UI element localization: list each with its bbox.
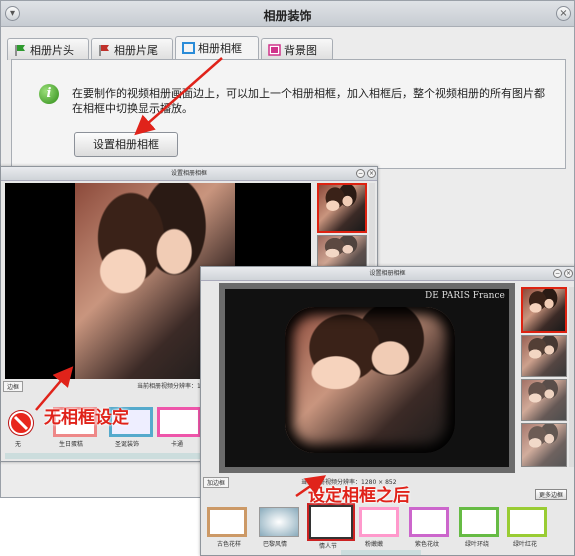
- picture-icon: [268, 44, 281, 56]
- dialog-title: 设置相册相框: [201, 267, 574, 281]
- photo-thumb[interactable]: [521, 423, 567, 467]
- framed-preview: DE PARIS France: [219, 283, 515, 473]
- info-icon: i: [39, 84, 59, 104]
- frame-name: 紫色花纹: [415, 541, 440, 548]
- thumb-scrollbar[interactable]: [569, 287, 574, 467]
- tab-label: 背景图: [284, 44, 317, 57]
- frame-overlay-text: DE PARIS France: [425, 291, 505, 301]
- photo-thumb-selected[interactable]: [521, 287, 567, 333]
- frame-thumb[interactable]: [259, 507, 299, 537]
- frame-scrollbar[interactable]: [341, 550, 421, 555]
- frame-thumb-selected[interactable]: [307, 503, 355, 541]
- preview-photo: [285, 307, 455, 453]
- frame-name: 绿叶红花: [513, 541, 538, 548]
- description-text: 在要制作的视频相册画面边上，可以加上一个相册相框，加入相框后，整个视频相册的所有…: [72, 87, 545, 115]
- close-icon[interactable]: ×: [367, 169, 376, 178]
- more-frames-button[interactable]: 更多边框: [535, 489, 568, 500]
- minimize-icon[interactable]: −: [356, 169, 365, 178]
- frame-name: 巴黎风情: [263, 541, 288, 548]
- frame-thumb[interactable]: [409, 507, 449, 537]
- flag-icon: [98, 44, 111, 56]
- frame-scrollbar[interactable]: [5, 453, 205, 459]
- frame-thumb[interactable]: [207, 507, 247, 537]
- minimize-icon[interactable]: −: [553, 269, 562, 278]
- title-bar: 相册装饰 ▾ ×: [1, 1, 574, 27]
- frame-name: 圣诞装饰: [115, 441, 140, 448]
- frame-name: 古色花样: [217, 541, 242, 548]
- tab-background[interactable]: 背景图: [261, 38, 333, 60]
- window-title: 相册装饰: [263, 9, 312, 23]
- tab-label: 相册相框: [198, 42, 242, 55]
- close-icon[interactable]: ×: [556, 6, 571, 21]
- tab-album-ending[interactable]: 相册片尾: [91, 38, 173, 60]
- annotation-no-frame: 无相框设定: [44, 408, 129, 428]
- photo-thumb[interactable]: [521, 379, 567, 421]
- photo-thumb[interactable]: [521, 335, 567, 377]
- dialog-title: 设置相册相框: [1, 167, 377, 181]
- menu-icon[interactable]: ▾: [5, 6, 20, 21]
- frame-name: 粉嫩嫩: [365, 541, 384, 548]
- frame-dialog-after: 设置相册相框 − × DE PARIS France 加边框 当前相册视频分辨率…: [200, 266, 575, 556]
- frame-name: 无: [15, 441, 22, 448]
- frame-thumb[interactable]: [507, 507, 547, 537]
- annotation-after-frame: 设定相框之后: [308, 486, 410, 506]
- frame-name: 绿叶环绕: [465, 541, 490, 548]
- no-frame-icon[interactable]: [9, 411, 33, 435]
- frame-thumb[interactable]: [459, 507, 499, 537]
- setup-frame-button[interactable]: 设置相册相框: [74, 132, 178, 157]
- tab-label: 相册片头: [30, 44, 74, 57]
- frame-name: 卡通: [171, 441, 184, 448]
- tab-album-intro[interactable]: 相册片头: [7, 38, 89, 60]
- border-tab[interactable]: 加边框: [203, 477, 230, 488]
- close-icon[interactable]: ×: [564, 269, 573, 278]
- frame-thumb[interactable]: [157, 407, 201, 437]
- frame-settings-panel: i 在要制作的视频相册画面边上，可以加上一个相册相框，加入相框后，整个视频相册的…: [11, 59, 566, 169]
- frame-icon: [182, 42, 195, 54]
- frame-name: 生日蛋糕: [59, 441, 84, 448]
- frame-name: 情人节: [319, 543, 338, 550]
- tab-album-frame[interactable]: 相册相框: [175, 36, 259, 61]
- flag-icon: [14, 44, 27, 56]
- frame-thumb[interactable]: [359, 507, 399, 537]
- tab-label: 相册片尾: [114, 44, 158, 57]
- border-tab[interactable]: 边框: [3, 381, 24, 392]
- photo-thumb-selected[interactable]: [317, 183, 367, 233]
